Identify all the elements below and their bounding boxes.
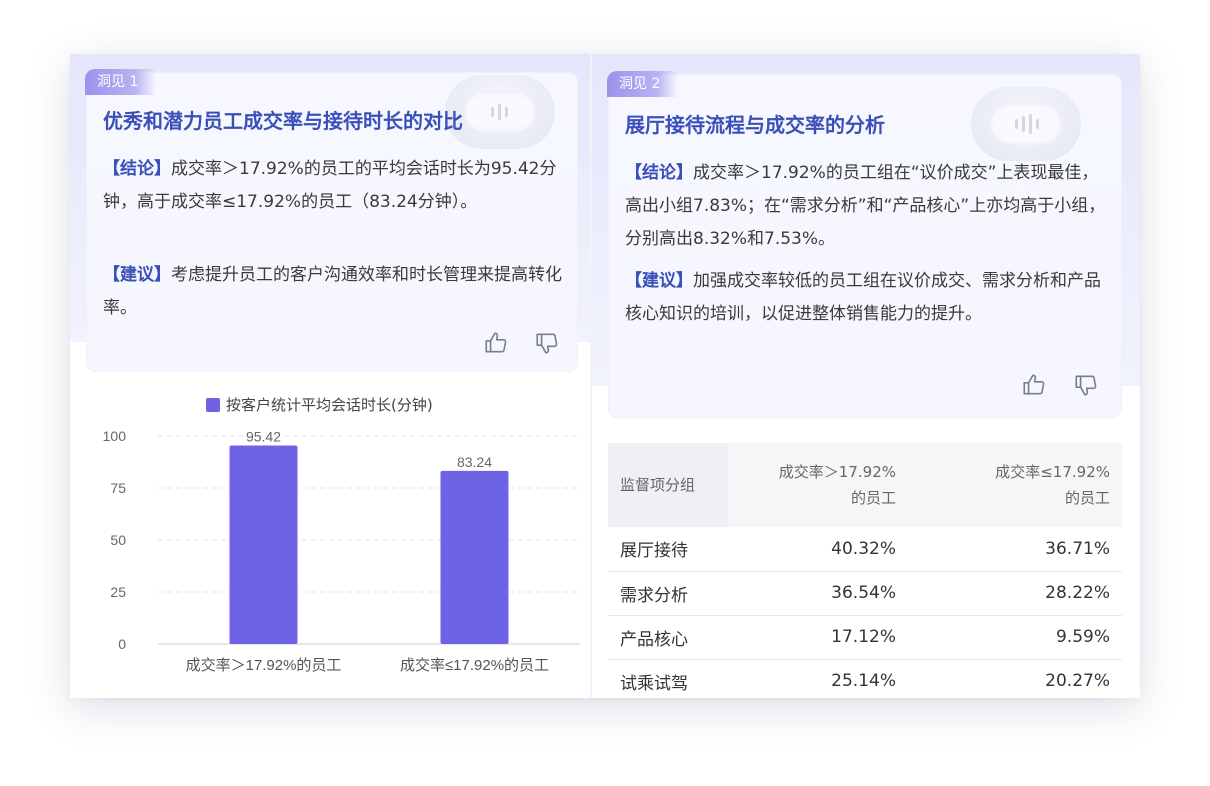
y-tick-label: 0 <box>118 636 126 652</box>
conclusion-label: 【结论】 <box>103 159 171 179</box>
thumbs-up-icon[interactable] <box>1021 372 1047 398</box>
thumbs-down-icon[interactable] <box>534 330 560 356</box>
conclusion-body: 成交率＞17.92%的员工组在“议价成交”上表现最佳，高出小组7.83%；在“需… <box>625 163 1106 249</box>
y-tick-label: 50 <box>110 532 126 548</box>
insight-tag: 洞见 2 <box>607 71 679 97</box>
table-row: 试乘试驾 25.14% 20.27% <box>608 659 1122 698</box>
suggestion-label: 【建议】 <box>103 265 171 285</box>
y-tick-label: 25 <box>110 584 126 600</box>
suggestion-text: 【建议】考虑提升员工的客户沟通效率和时长管理来提高转化率。 <box>103 259 569 325</box>
insight-panel-1: 洞见 1 优秀和潜力员工成交率与接待时长的对比 【结论】成交率＞17.92%的员… <box>70 54 590 698</box>
report-frame: 洞见 1 优秀和潜力员工成交率与接待时长的对比 【结论】成交率＞17.92%的员… <box>70 54 1140 698</box>
x-tick-label: 成交率≤17.92%的员工 <box>400 656 549 674</box>
table-header-row: 监督项分组 成交率＞17.92% 的员工 成交率≤17.92% 的员工 <box>608 443 1122 527</box>
table-row: 展厅接待 40.32% 36.71% <box>608 527 1122 572</box>
table-cell: 试乘试驾 <box>608 659 728 698</box>
suggestion-body: 加强成交率较低的员工组在议价成交、需求分析和产品核心知识的培训，以促进整体销售能… <box>625 271 1101 324</box>
insight-tag: 洞见 1 <box>85 69 157 95</box>
conclusion-text: 【结论】成交率＞17.92%的员工组在“议价成交”上表现最佳，高出小组7.83%… <box>625 157 1111 256</box>
table-cell: 展厅接待 <box>608 527 728 572</box>
thumbs-up-icon[interactable] <box>483 330 509 356</box>
data-label: 83.24 <box>457 454 492 470</box>
robot-mascot-icon <box>971 87 1081 161</box>
table-row: 需求分析 36.54% 28.22% <box>608 571 1122 616</box>
table-cell: 9.59% <box>908 615 1122 660</box>
conclusion-label: 【结论】 <box>625 163 693 183</box>
table-header: 监督项分组 <box>608 443 728 527</box>
table-cell: 产品核心 <box>608 615 728 660</box>
y-tick-label: 100 <box>103 428 127 444</box>
insight-card-1: 洞见 1 优秀和潜力员工成交率与接待时长的对比 【结论】成交率＞17.92%的员… <box>85 69 578 372</box>
table-cell: 36.54% <box>728 571 908 616</box>
insight-title: 展厅接待流程与成交率的分析 <box>625 113 885 137</box>
suggestion-body: 考虑提升员工的客户沟通效率和时长管理来提高转化率。 <box>103 265 562 318</box>
table-cell: 需求分析 <box>608 571 728 616</box>
conclusion-text: 【结论】成交率＞17.92%的员工的平均会话时长为95.42分钟，高于成交率≤1… <box>103 153 569 219</box>
bar <box>440 470 509 644</box>
bar-chart: 按客户统计平均会话时长(分钟) 100 75 50 25 0 95.42 成交率＞17.92… <box>88 382 588 682</box>
insight-panel-2: 洞见 2 展厅接待流程与成交率的分析 【结论】成交率＞17.92%的员工组在“议… <box>592 54 1140 698</box>
table-header-line: 成交率≤17.92% <box>995 463 1110 481</box>
table-header-line: 成交率＞17.92% <box>778 463 896 481</box>
table-header-line: 的员工 <box>850 489 896 507</box>
table-header: 成交率≤17.92% 的员工 <box>908 443 1122 527</box>
suggestion-label: 【建议】 <box>625 271 693 291</box>
suggestion-text: 【建议】加强成交率较低的员工组在议价成交、需求分析和产品核心知识的培训，以促进整… <box>625 265 1111 331</box>
insight-title: 优秀和潜力员工成交率与接待时长的对比 <box>103 109 463 133</box>
bar <box>229 445 298 644</box>
x-tick-label: 成交率＞17.92%的员工 <box>186 656 342 674</box>
table-cell: 36.71% <box>908 527 1122 572</box>
insight-card-2: 洞见 2 展厅接待流程与成交率的分析 【结论】成交率＞17.92%的员工组在“议… <box>607 71 1122 418</box>
table-cell: 17.12% <box>728 615 908 660</box>
table-row: 产品核心 17.12% 9.59% <box>608 615 1122 660</box>
table-cell: 20.27% <box>908 659 1122 698</box>
y-tick-label: 75 <box>110 480 126 496</box>
chart-svg: 100 75 50 25 0 95.42 成交率＞17.92%的员工 83.24 成交率≤17.… <box>103 428 580 674</box>
comparison-table: 监督项分组 成交率＞17.92% 的员工 成交率≤17.92% 的员工 展厅接待 4… <box>608 443 1122 698</box>
table-header-line: 的员工 <box>1064 489 1110 507</box>
table-header: 成交率＞17.92% 的员工 <box>728 443 908 527</box>
data-label: 95.42 <box>246 429 281 445</box>
table-cell: 25.14% <box>728 659 908 698</box>
table-cell: 40.32% <box>728 527 908 572</box>
table-cell: 28.22% <box>908 571 1122 616</box>
conclusion-body: 成交率＞17.92%的员工的平均会话时长为95.42分钟，高于成交率≤17.92… <box>103 159 557 212</box>
thumbs-down-icon[interactable] <box>1073 372 1099 398</box>
